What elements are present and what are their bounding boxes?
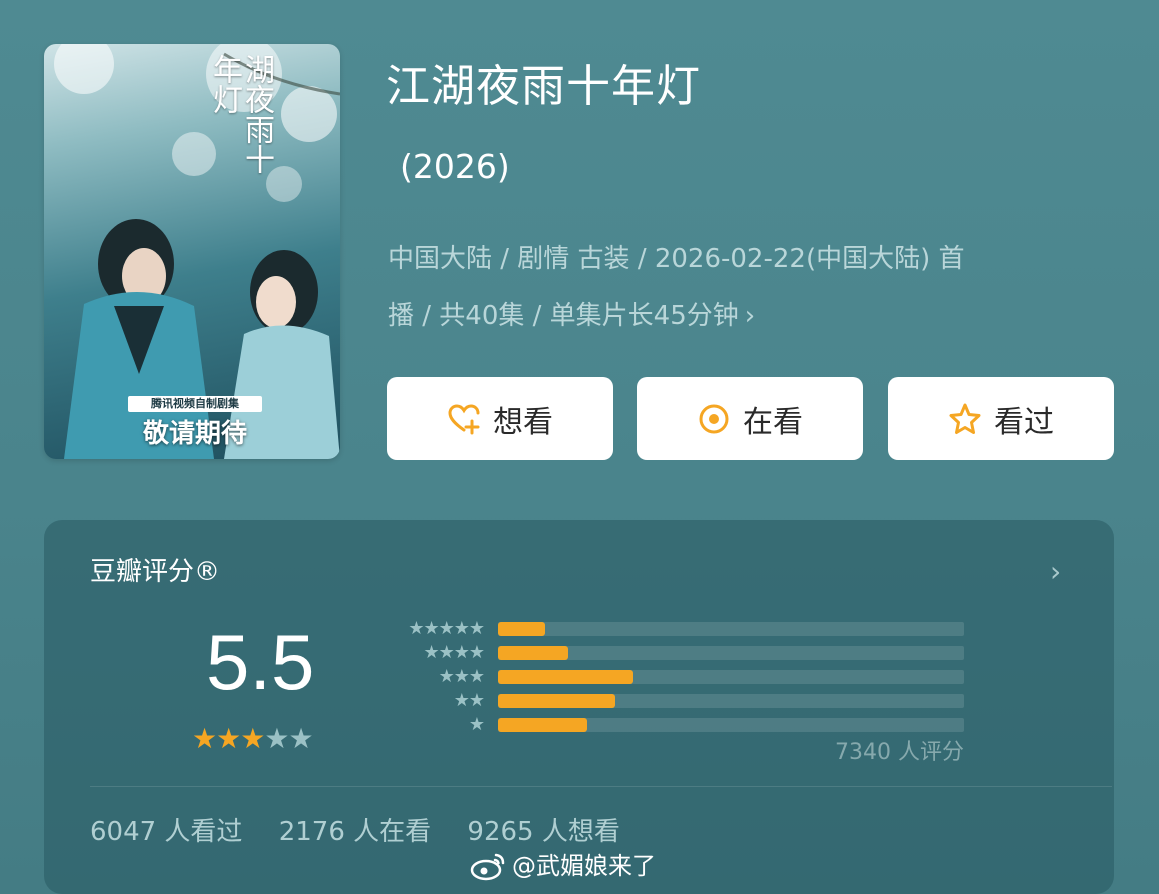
distribution-stars-label: ★★★★ (423, 642, 485, 663)
distribution-stars-label: ★★★ (438, 666, 485, 687)
score-stars: ★★★★★ (192, 722, 314, 755)
heart-plus-icon (447, 402, 481, 436)
want-to-watch-button[interactable]: 想看 (387, 377, 613, 460)
distribution-bar-fill (498, 694, 615, 708)
want-to-watch-label: 想看 (493, 404, 553, 440)
poster-tagline: 敬请期待 (142, 419, 247, 449)
target-circle-icon (697, 402, 731, 436)
distribution-stars-label: ★★ (453, 690, 485, 711)
star-outline-icon (948, 402, 982, 436)
distribution-bar-track (498, 694, 964, 708)
distribution-bar-track (498, 646, 964, 660)
distribution-bar-fill (498, 646, 568, 660)
movie-year: (2026) (400, 147, 510, 186)
distribution-stars-label: ★★★★★ (408, 618, 485, 639)
distribution-bar-fill (498, 670, 633, 684)
weibo-icon (470, 851, 506, 881)
watching-label: 在看 (743, 404, 803, 440)
movie-title: 江湖夜雨十年灯 (386, 61, 701, 112)
poster-title-art: 湖夜雨十年灯 (207, 54, 274, 174)
meta-line-2: 播 / 共40集 / 单集片长45分钟 › (388, 301, 756, 331)
want-count: 9265 人想看 (467, 817, 620, 847)
watching-count: 2176 人在看 (278, 817, 432, 847)
meta-line-1: 中国大陆 / 剧情 古装 / 2026-02-22(中国大陆) 首 (388, 244, 965, 274)
distribution-bar-track (498, 670, 964, 684)
watched-count: 6047 人看过 (90, 817, 243, 847)
distribution-bar-track (498, 718, 964, 732)
poster-badge: 腾讯视频自制剧集 (128, 396, 262, 412)
distribution-bar-track (498, 622, 964, 636)
distribution-stars-label: ★ (468, 714, 485, 735)
chevron-right-icon: › (744, 301, 756, 331)
movie-meta[interactable]: 中国大陆 / 剧情 古装 / 2026-02-22(中国大陆) 首 播 / 共4… (388, 231, 1113, 345)
watching-button[interactable]: 在看 (637, 377, 863, 460)
poster-image[interactable]: 湖夜雨十年灯 腾讯视频自制剧集 敬请期待 (44, 44, 340, 459)
rating-count: 7340 人评分 (835, 740, 964, 765)
watched-button[interactable]: 看过 (888, 377, 1114, 460)
distribution-bar-fill (498, 718, 587, 732)
watched-label: 看过 (994, 404, 1054, 440)
stats-row: 6047 人看过 2176 人在看 9265 人想看 (90, 812, 648, 852)
star-filled-icon: ★ (192, 722, 217, 755)
star-empty-icon: ★ (264, 722, 289, 755)
watermark: @武媚娘来了 (470, 848, 656, 884)
watermark-text: @武媚娘来了 (512, 852, 656, 880)
star-filled-icon: ★ (240, 722, 265, 755)
douban-rating-label: 豆瓣评分® (90, 557, 221, 587)
distribution-bar-fill (498, 622, 545, 636)
star-empty-icon: ★ (288, 722, 313, 755)
rating-score: 5.5 (206, 618, 315, 706)
chevron-right-icon[interactable]: › (1050, 552, 1061, 592)
divider (90, 786, 1112, 787)
star-filled-icon: ★ (216, 722, 241, 755)
